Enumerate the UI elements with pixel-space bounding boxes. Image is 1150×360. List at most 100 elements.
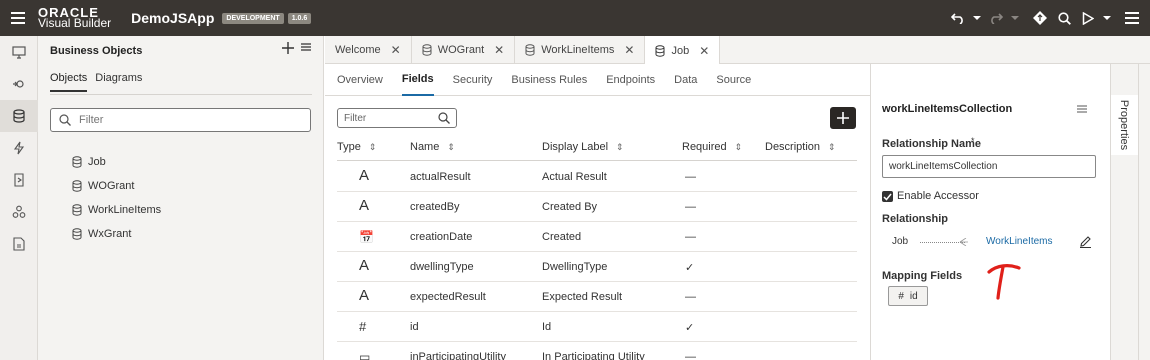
tab-fields[interactable]: Fields — [401, 64, 434, 96]
table-header: Type ⇕ Name ⇕ Display Label ⇕ Required ⇕ Des… — [337, 137, 857, 161]
sort-icon[interactable]: ⇕ — [369, 142, 377, 153]
tab-worklineitems[interactable]: WorkLineItems ✕ — [515, 36, 646, 64]
close-icon[interactable]: ✕ — [699, 44, 709, 58]
mapping-fields-label: Mapping Fields — [882, 270, 963, 282]
tab-source[interactable]: Source — [716, 64, 751, 96]
tab-overview[interactable]: Overview — [337, 64, 383, 96]
checkmark-icon — [883, 193, 892, 201]
table-row[interactable]: 📅 creationDate Created — — [337, 222, 857, 252]
column-label: Name — [410, 141, 440, 153]
list-item[interactable]: Job — [72, 150, 161, 174]
close-icon[interactable]: ✕ — [494, 43, 504, 57]
relationship-source: Job — [892, 236, 909, 247]
business-objects-icon[interactable] — [0, 100, 38, 132]
table-row[interactable]: A createdBy Created By — — [337, 192, 857, 222]
field-display-label: In Participating Utility — [542, 351, 645, 360]
events-icon[interactable] — [0, 132, 38, 164]
redo-dropdown-icon[interactable] — [1008, 0, 1022, 36]
column-header-type[interactable]: Type ⇕ — [337, 141, 376, 153]
components-icon[interactable] — [0, 196, 38, 228]
enable-accessor-label: Enable Accessor — [897, 190, 979, 202]
search-icon — [59, 114, 71, 126]
environment-badge: DEVELOPMENT — [222, 12, 284, 24]
list-item[interactable]: WorkLineItems — [72, 198, 161, 222]
object-name: WorkLineItems — [88, 204, 162, 216]
relationship-target-link[interactable]: WorkLineItems — [986, 236, 1053, 247]
string-type-icon: A — [359, 287, 370, 304]
options-menu-icon[interactable] — [1120, 0, 1144, 36]
tab-objects[interactable]: Objects — [50, 72, 88, 92]
list-item[interactable]: WxGrant — [72, 222, 161, 246]
close-icon[interactable]: ✕ — [391, 43, 401, 57]
column-header-required[interactable]: Required ⇕ — [682, 141, 742, 153]
tab-business-rules[interactable]: Business Rules — [511, 64, 587, 96]
column-header-name[interactable]: Name ⇕ — [410, 141, 455, 153]
table-row[interactable]: A dwellingType DwellingType ✓ — [337, 252, 857, 282]
field-name: id — [410, 321, 419, 333]
search-icon[interactable] — [1052, 0, 1076, 36]
close-icon[interactable]: ✕ — [624, 43, 634, 57]
app-name[interactable]: DemoJSApp — [131, 10, 214, 26]
tab-diagrams[interactable]: Diagrams — [95, 72, 142, 92]
edit-icon[interactable] — [1079, 235, 1092, 251]
tab-data[interactable]: Data — [674, 64, 697, 96]
sort-icon[interactable]: ⇕ — [828, 142, 836, 153]
field-name: actualResult — [410, 171, 471, 183]
field-filter-input[interactable]: Filter — [337, 108, 457, 128]
field-required: ✓ — [685, 322, 695, 334]
redo-icon[interactable] — [984, 0, 1008, 36]
processes-icon[interactable] — [0, 164, 38, 196]
object-sub-tabs: Overview Fields Security Business Rules … — [325, 64, 870, 96]
panel-menu-icon[interactable] — [301, 42, 313, 56]
tab-label: WorkLineItems — [541, 44, 615, 56]
field-required: — — [685, 351, 696, 360]
add-business-object-icon[interactable] — [281, 41, 297, 57]
column-header-display-label[interactable]: Display Label ⇕ — [542, 141, 624, 153]
sort-icon[interactable]: ⇕ — [447, 142, 455, 153]
tab-job[interactable]: Job ✕ — [645, 36, 721, 65]
tab-label: WOGrant — [437, 44, 485, 56]
fields-editor: Filter Type ⇕ Name ⇕ Display Label ⇕ Requir… — [325, 97, 870, 360]
database-icon — [422, 44, 432, 56]
annotation-arrow — [987, 264, 1021, 300]
sort-icon[interactable]: ⇕ — [616, 142, 624, 153]
table-row[interactable]: ▭ inParticipatingUtility In Participatin… — [337, 342, 857, 360]
web-apps-icon[interactable] — [0, 36, 38, 68]
main-menu-icon[interactable] — [0, 0, 36, 36]
undo-dropdown-icon[interactable] — [970, 0, 984, 36]
field-name: dwellingType — [410, 261, 474, 273]
table-row[interactable]: # id Id ✓ — [337, 312, 857, 342]
add-field-button[interactable] — [830, 107, 856, 129]
enable-accessor-checkbox[interactable] — [882, 191, 893, 202]
column-label: Description — [765, 141, 821, 153]
table-row[interactable]: A expectedResult Expected Result — — [337, 282, 857, 312]
run-icon[interactable] — [1076, 0, 1100, 36]
search-icon — [438, 112, 450, 124]
field-name: inParticipatingUtility — [410, 351, 506, 360]
resources-icon[interactable] — [0, 228, 38, 260]
sort-icon[interactable]: ⇕ — [735, 142, 743, 153]
table-row[interactable]: A actualResult Actual Result — — [337, 162, 857, 192]
object-filter-field[interactable] — [50, 108, 311, 132]
filter-placeholder: Filter — [344, 112, 367, 124]
tab-welcome[interactable]: Welcome ✕ — [325, 36, 412, 64]
mapping-field-chip[interactable]: # id — [888, 286, 928, 306]
run-dropdown-icon[interactable] — [1100, 0, 1114, 36]
business-object-list: Job WOGrant WorkLineItems WxGrant — [72, 150, 161, 246]
git-diamond-icon[interactable] — [1028, 0, 1052, 36]
number-type-icon: # — [359, 319, 367, 334]
list-item[interactable]: WOGrant — [72, 174, 161, 198]
services-icon[interactable] — [0, 68, 38, 100]
tab-wogrant[interactable]: WOGrant ✕ — [412, 36, 516, 64]
field-name: expectedResult — [410, 291, 486, 303]
undo-icon[interactable] — [946, 0, 970, 36]
tab-properties[interactable]: Properties — [1110, 95, 1138, 155]
properties-menu-icon[interactable] — [1077, 104, 1087, 117]
tab-security[interactable]: Security — [453, 64, 493, 96]
column-header-description[interactable]: Description ⇕ — [765, 141, 836, 153]
panel-title: Business Objects — [50, 45, 143, 57]
relationship-name-input[interactable]: workLineItemsCollection — [882, 155, 1096, 178]
tab-endpoints[interactable]: Endpoints — [606, 64, 655, 96]
object-filter-input[interactable] — [79, 114, 279, 126]
vertical-scrollbar[interactable] — [1138, 64, 1150, 360]
